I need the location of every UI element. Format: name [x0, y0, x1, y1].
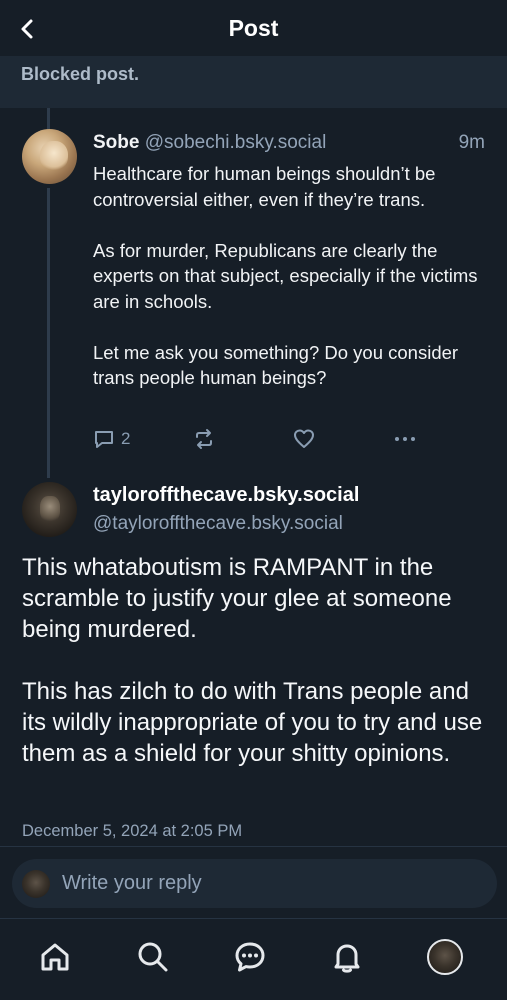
- parent-post[interactable]: Sobe @sobechi.bsky.social 9m Healthcare …: [0, 108, 507, 478]
- nav-profile[interactable]: [423, 935, 467, 979]
- author-handle[interactable]: @tayloroffthecave.bsky.social: [93, 513, 343, 535]
- nav-notifications[interactable]: [325, 935, 369, 979]
- bottom-navigation: [0, 918, 507, 1000]
- thread-connector: [47, 188, 50, 478]
- avatar[interactable]: [22, 482, 77, 537]
- chevron-left-icon: [21, 19, 33, 39]
- avatar[interactable]: [22, 129, 77, 184]
- reply-placeholder: Write your reply: [62, 872, 202, 894]
- nav-home[interactable]: [33, 935, 77, 979]
- reply-button[interactable]: 2: [93, 428, 130, 450]
- author-handle[interactable]: @sobechi.bsky.social: [145, 132, 327, 153]
- nav-search[interactable]: [131, 935, 175, 979]
- author-name[interactable]: Sobe: [93, 132, 139, 153]
- back-button[interactable]: [12, 14, 42, 44]
- heart-icon: [294, 429, 314, 448]
- avatar: [22, 869, 50, 898]
- more-options-button[interactable]: [393, 428, 417, 450]
- like-button[interactable]: [293, 428, 315, 450]
- blocked-post[interactable]: Blocked post.: [0, 56, 507, 108]
- top-bar: Post: [0, 0, 507, 56]
- page-title: Post: [228, 14, 279, 41]
- home-icon: [41, 943, 69, 971]
- repost-button[interactable]: [193, 428, 215, 450]
- chat-icon: [235, 942, 265, 972]
- post-header: Sobe @sobechi.bsky.social 9m: [93, 132, 488, 156]
- comment-icon: [95, 431, 113, 448]
- post-text: This whataboutism is RAMPANT in the scra…: [22, 554, 483, 767]
- bell-icon: [334, 944, 360, 973]
- post-actions: 2: [93, 428, 423, 454]
- ellipsis-icon: [395, 437, 415, 441]
- reply-composer-bar: Write your reply: [0, 846, 507, 918]
- post-time: 9m: [458, 132, 485, 153]
- post-timestamp[interactable]: December 5, 2024 at 2:05 PM: [22, 822, 242, 841]
- blocked-post-label: Blocked post.: [21, 64, 140, 84]
- app: Post Blocked post. Sobe @sobechi.bsky.so…: [0, 0, 507, 1000]
- nav-chat[interactable]: [228, 935, 272, 979]
- author-name[interactable]: tayloroffthecave.bsky.social: [93, 484, 359, 507]
- repost-icon: [196, 429, 212, 449]
- post-text: Healthcare for human beings shouldn’t be…: [93, 163, 478, 388]
- reply-count: 2: [121, 429, 131, 448]
- search-icon: [138, 942, 168, 972]
- avatar: [427, 939, 463, 975]
- reply-input[interactable]: Write your reply: [12, 859, 497, 908]
